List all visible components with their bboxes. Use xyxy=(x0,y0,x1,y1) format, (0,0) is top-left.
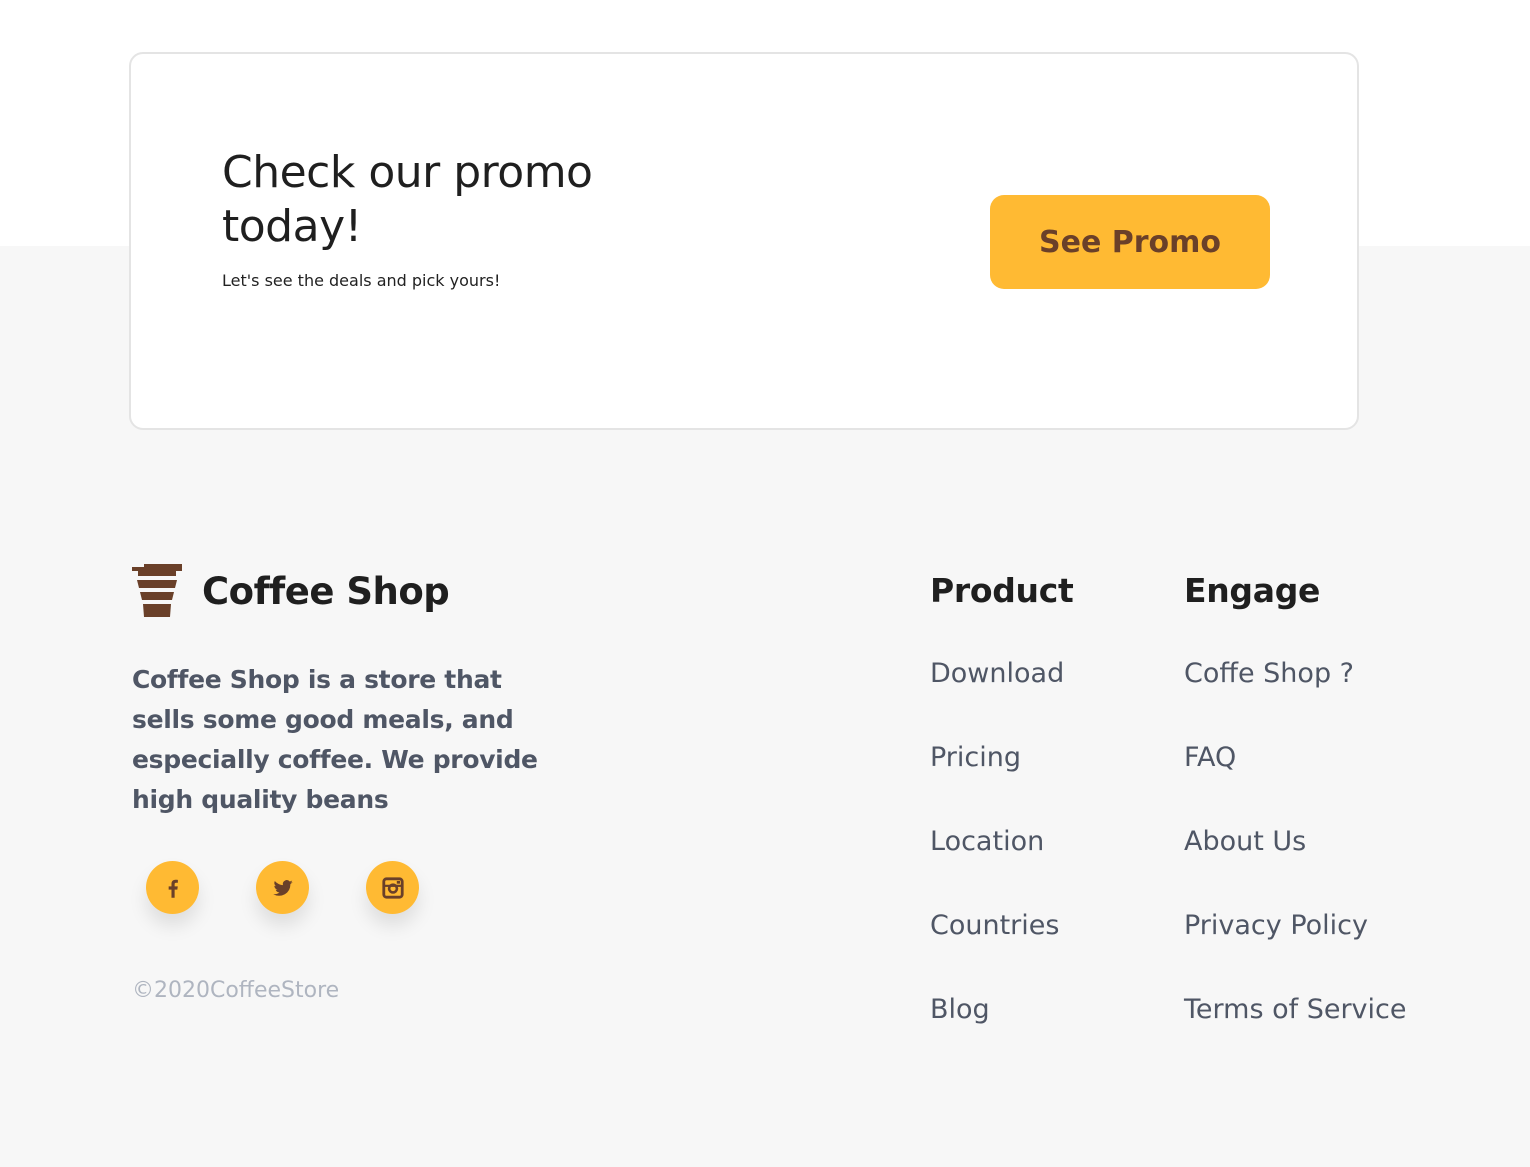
product-link-item: Blog xyxy=(930,993,1073,1077)
engage-links: Coffe Shop ? FAQ About Us Privacy Policy… xyxy=(1184,657,1407,1077)
blog-link[interactable]: Blog xyxy=(930,994,990,1025)
facebook-button[interactable] xyxy=(146,861,199,914)
coffee-shop-link[interactable]: Coffe Shop ? xyxy=(1184,658,1354,689)
promo-card: Check our promo today! Let's see the dea… xyxy=(129,52,1359,430)
social-links xyxy=(146,861,476,914)
facebook-icon xyxy=(168,879,178,898)
product-links: Download Pricing Location Countries Blog xyxy=(930,657,1073,1077)
engage-link-item: Privacy Policy xyxy=(1184,909,1407,993)
engage-link-item: Coffe Shop ? xyxy=(1184,657,1407,741)
product-heading: Product xyxy=(930,571,1074,610)
twitter-button[interactable] xyxy=(256,861,309,914)
product-link-item: Location xyxy=(930,825,1073,909)
promo-subtitle: Let's see the deals and pick yours! xyxy=(222,271,501,290)
footer-brand[interactable]: Coffee Shop xyxy=(132,564,450,618)
about-us-link[interactable]: About Us xyxy=(1184,826,1306,857)
countries-link[interactable]: Countries xyxy=(930,910,1059,941)
pricing-link[interactable]: Pricing xyxy=(930,742,1021,773)
twitter-icon xyxy=(272,879,293,896)
engage-link-item: About Us xyxy=(1184,825,1407,909)
instagram-button[interactable] xyxy=(366,861,419,914)
location-link[interactable]: Location xyxy=(930,826,1044,857)
privacy-policy-link[interactable]: Privacy Policy xyxy=(1184,910,1368,941)
brand-name: Coffee Shop xyxy=(202,569,450,613)
product-link-item: Download xyxy=(930,657,1073,741)
see-promo-button[interactable]: See Promo xyxy=(990,195,1270,289)
brand-description: Coffee Shop is a store that sells some g… xyxy=(132,665,538,814)
engage-link-item: FAQ xyxy=(1184,741,1407,825)
engage-column: Engage Coffe Shop ? FAQ About Us Privacy… xyxy=(1184,566,1407,1077)
product-link-item: Pricing xyxy=(930,741,1073,825)
download-link[interactable]: Download xyxy=(930,658,1064,689)
engage-heading: Engage xyxy=(1184,571,1321,610)
instagram-icon xyxy=(381,876,404,899)
coffee-cup-icon xyxy=(132,564,182,617)
product-link-item: Countries xyxy=(930,909,1073,993)
promo-title: Check our promo today! xyxy=(222,147,593,252)
terms-of-service-link[interactable]: Terms of Service xyxy=(1184,994,1407,1025)
engage-link-item: Terms of Service xyxy=(1184,993,1407,1077)
copyright-text: ©2020CoffeeStore xyxy=(132,978,340,1003)
product-column: Product Download Pricing Location Countr… xyxy=(930,566,1074,1077)
faq-link[interactable]: FAQ xyxy=(1184,742,1236,773)
